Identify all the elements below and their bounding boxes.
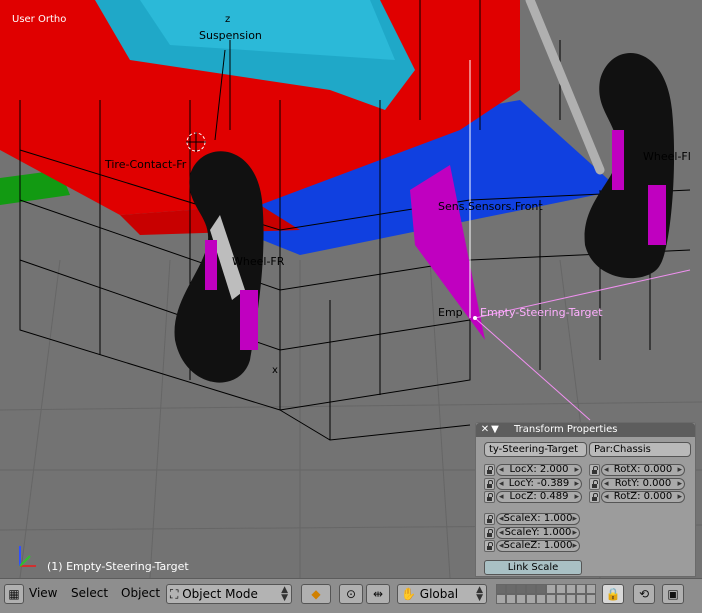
panel-title: Transform Properties <box>514 424 618 435</box>
viewport-header: ▦ View Select Object ⛶ Object Mode ▲ ▼ ◆ … <box>0 578 702 613</box>
render-preview-button[interactable]: ▣ <box>662 584 684 604</box>
scale-y-field[interactable]: ScaleY: 1.000 <box>496 527 580 539</box>
widget-toggle[interactable]: ⇹ <box>366 584 390 604</box>
tire-contact-label: Tire-Contact-Fr <box>105 158 187 171</box>
pivot-icon: ⊙ <box>345 587 357 601</box>
loc-x-row: LocX: 2.000 <box>484 464 582 476</box>
draw-type-dropdown[interactable]: ◆ <box>301 584 331 604</box>
scale-z-field[interactable]: ScaleZ: 1.000 <box>496 540 580 552</box>
orientation-value: Global <box>419 587 459 601</box>
lock-icon[interactable] <box>589 491 600 503</box>
loc-y-row: LocY: -0.389 <box>484 478 582 490</box>
layer-button[interactable] <box>496 584 506 594</box>
loc-y-field[interactable]: LocY: -0.389 <box>496 478 582 490</box>
layer-button[interactable] <box>516 584 526 594</box>
parent-field[interactable]: Par:Chassis <box>589 442 691 457</box>
rot-z-field[interactable]: RotZ: 0.000 <box>601 491 685 503</box>
layer-button[interactable] <box>496 594 506 604</box>
scale-z-row: ScaleZ: 1.000 <box>484 540 580 552</box>
lock-icon[interactable] <box>589 464 600 476</box>
layer-button[interactable] <box>516 594 526 604</box>
sensors-label: Sens.Sensors.Front <box>438 200 543 213</box>
rot-x-field[interactable]: RotX: 0.000 <box>601 464 685 476</box>
close-icon[interactable]: ✕ <box>480 423 490 437</box>
pivot-button[interactable]: ⊙ <box>339 584 363 604</box>
mode-dropdown[interactable]: ⛶ Object Mode ▲ ▼ <box>166 584 292 604</box>
lock-icon[interactable] <box>484 464 495 476</box>
loc-z-field[interactable]: LocZ: 0.489 <box>496 491 582 503</box>
panel-header[interactable]: ✕ ▼ Transform Properties <box>476 423 695 437</box>
shaded-cube-icon: ◆ <box>311 587 321 601</box>
editor-type-icon[interactable]: ▦ <box>4 584 24 604</box>
rot-z-row: RotZ: 0.000 <box>589 491 685 503</box>
hand-icon: ✋ <box>401 587 416 601</box>
lock-icon[interactable] <box>484 491 495 503</box>
lock-icon: 🔒 <box>605 587 621 601</box>
lock-icon[interactable] <box>484 513 495 525</box>
view-mode-label: User Ortho <box>12 14 67 25</box>
layer-button[interactable] <box>536 584 546 594</box>
lock-icon[interactable] <box>484 540 495 552</box>
empty-label: Emp <box>438 306 463 319</box>
wheel-fr-label: Wheel-FR <box>232 255 285 268</box>
layer-button[interactable] <box>586 594 596 604</box>
lock-icon[interactable] <box>484 527 495 539</box>
axis-x-label: x <box>272 365 278 376</box>
menu-object[interactable]: Object <box>121 586 160 600</box>
rot-y-field[interactable]: RotY: 0.000 <box>601 478 685 490</box>
rot-x-row: RotX: 0.000 <box>589 464 685 476</box>
layer-button[interactable] <box>536 594 546 604</box>
scale-x-field[interactable]: ScaleX: 1.000 <box>496 513 580 525</box>
layer-button[interactable] <box>526 584 536 594</box>
menu-view[interactable]: View <box>29 586 57 600</box>
3d-viewport[interactable]: User Ortho z Suspension Tire-Contact-Fr … <box>0 0 702 578</box>
rot-y-row: RotY: 0.000 <box>589 478 685 490</box>
layer-button[interactable] <box>566 594 576 604</box>
layer-button[interactable] <box>526 594 536 604</box>
layer-button[interactable] <box>586 584 596 594</box>
manipulator-icon: ⇹ <box>372 587 384 601</box>
triangle-down-icon[interactable]: ▼ <box>490 423 500 437</box>
render-button[interactable]: ⟲ <box>633 584 655 604</box>
scale-y-row: ScaleY: 1.000 <box>484 527 580 539</box>
orientation-dropdown[interactable]: ✋ Global ▲ ▼ <box>397 584 487 604</box>
empty-steering-target-label[interactable]: Empty-Steering-Target <box>480 306 603 319</box>
layer-button[interactable] <box>556 584 566 594</box>
active-object-status: (1) Empty-Steering-Target <box>47 560 189 573</box>
object-mode-icon: ⛶ <box>170 587 179 601</box>
lock-icon[interactable] <box>589 478 600 490</box>
layer-button[interactable] <box>546 594 556 604</box>
loc-z-row: LocZ: 0.489 <box>484 491 582 503</box>
layer-button[interactable] <box>506 584 516 594</box>
image-icon: ▣ <box>667 587 679 601</box>
layer-button[interactable] <box>546 584 556 594</box>
layer-button[interactable] <box>506 594 516 604</box>
lock-layers-button[interactable]: 🔒 <box>602 584 624 604</box>
link-scale-button[interactable]: Link Scale <box>484 560 582 575</box>
lock-icon[interactable] <box>484 478 495 490</box>
layer-button[interactable] <box>576 594 586 604</box>
suspension-label: Suspension <box>199 29 262 42</box>
mode-value: Object Mode <box>182 587 258 601</box>
object-name-field[interactable]: ty-Steering-Target <box>484 442 587 457</box>
scale-x-row: ScaleX: 1.000 <box>484 513 580 525</box>
layer-buttons[interactable] <box>496 584 596 604</box>
layer-button[interactable] <box>566 584 576 594</box>
axis-z-label: z <box>225 14 231 25</box>
wheel-fl-label: Wheel-Fl <box>643 150 691 163</box>
menu-select[interactable]: Select <box>71 586 108 600</box>
render-icon: ⟲ <box>638 587 650 601</box>
dropdown-arrows-icon: ▲ ▼ <box>476 585 483 603</box>
dropdown-arrows-icon: ▲ ▼ <box>281 585 288 603</box>
layer-button[interactable] <box>556 594 566 604</box>
layer-button[interactable] <box>576 584 586 594</box>
loc-x-field[interactable]: LocX: 2.000 <box>496 464 582 476</box>
